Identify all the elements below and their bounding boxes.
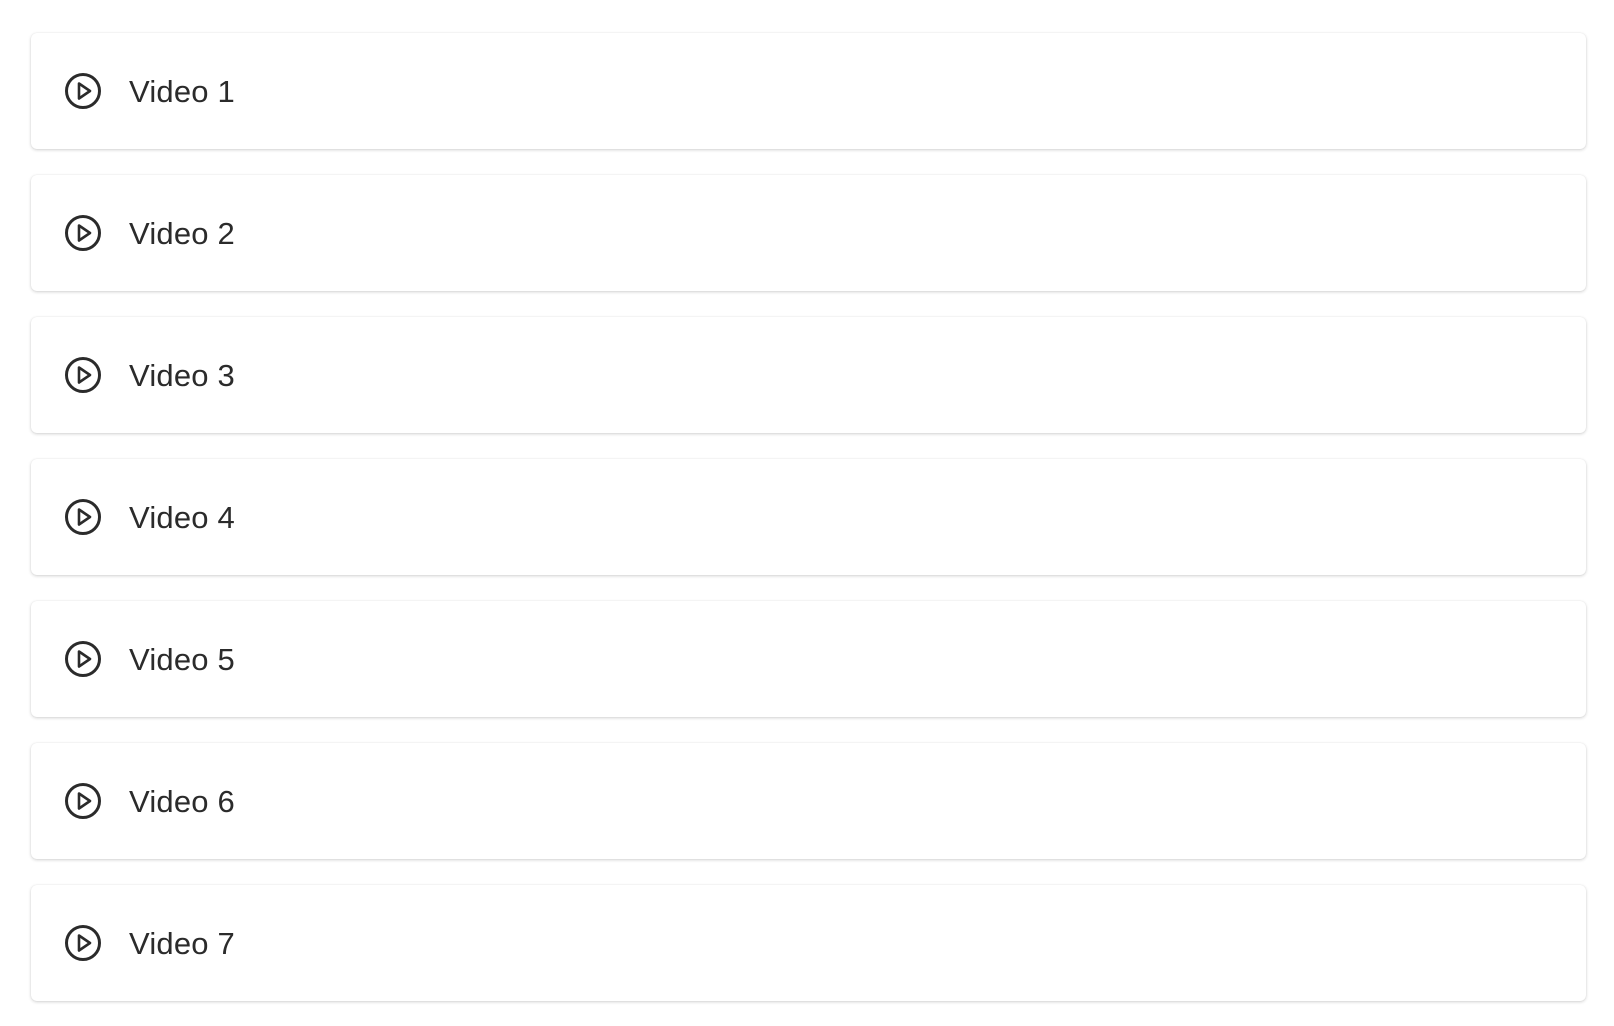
play-circle-icon	[64, 640, 102, 678]
video-title: Video 5	[129, 641, 235, 677]
video-item-6[interactable]: Video 6	[31, 743, 1586, 859]
video-title: Video 4	[129, 499, 235, 535]
play-circle-icon	[64, 72, 102, 110]
video-title: Video 2	[129, 215, 235, 251]
video-item-7[interactable]: Video 7	[31, 885, 1586, 1001]
play-circle-icon	[64, 782, 102, 820]
video-item-5[interactable]: Video 5	[31, 601, 1586, 717]
video-item-3[interactable]: Video 3	[31, 317, 1586, 433]
play-circle-icon	[64, 924, 102, 962]
play-circle-icon	[64, 356, 102, 394]
video-title: Video 7	[129, 925, 235, 961]
video-title: Video 3	[129, 357, 235, 393]
video-item-2[interactable]: Video 2	[31, 175, 1586, 291]
play-circle-icon	[64, 498, 102, 536]
video-item-4[interactable]: Video 4	[31, 459, 1586, 575]
video-title: Video 6	[129, 783, 235, 819]
play-circle-icon	[64, 214, 102, 252]
video-title: Video 1	[129, 73, 235, 109]
video-list: Video 1 Video 2 Video 3 Video 4 Video 5 …	[31, 33, 1586, 1001]
video-item-1[interactable]: Video 1	[31, 33, 1586, 149]
